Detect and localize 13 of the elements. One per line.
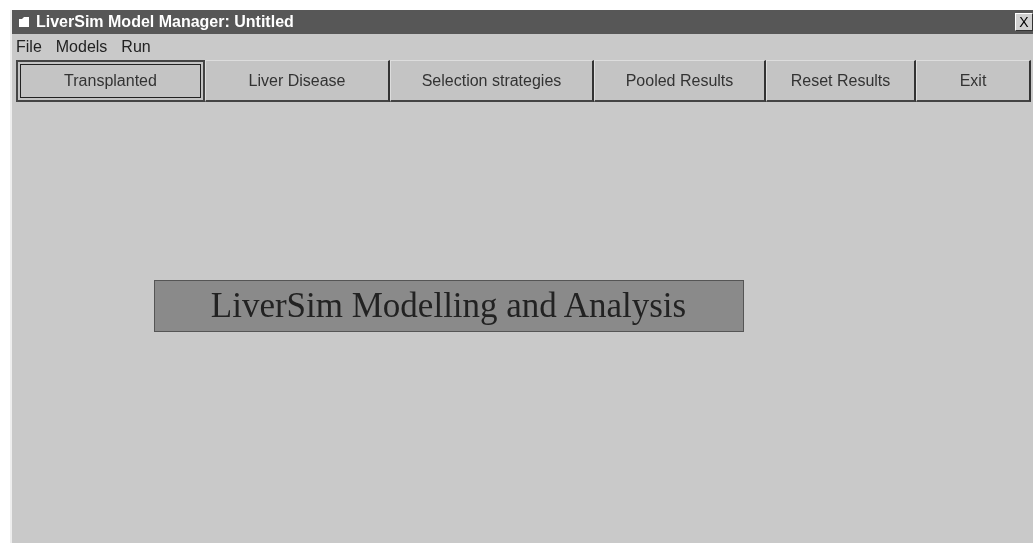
window-title: LiverSim Model Manager: Untitled: [36, 13, 295, 31]
close-button[interactable]: X: [1015, 13, 1033, 31]
banner-title: LiverSim Modelling and Analysis: [153, 280, 744, 332]
toolbar-button[interactable]: Transplanted: [16, 60, 205, 102]
menu-item[interactable]: Models: [55, 38, 108, 56]
app-icon: [18, 16, 30, 28]
toolbar-button[interactable]: Pooled Results: [594, 60, 766, 102]
toolbar-button[interactable]: Liver Disease: [205, 60, 390, 102]
toolbar-button[interactable]: Reset Results: [766, 60, 916, 102]
toolbar-button[interactable]: Exit: [916, 60, 1031, 102]
toolbar-button[interactable]: Selection strategies: [390, 60, 594, 102]
menu-item[interactable]: File: [16, 38, 42, 56]
menu-item[interactable]: Run: [121, 38, 151, 56]
